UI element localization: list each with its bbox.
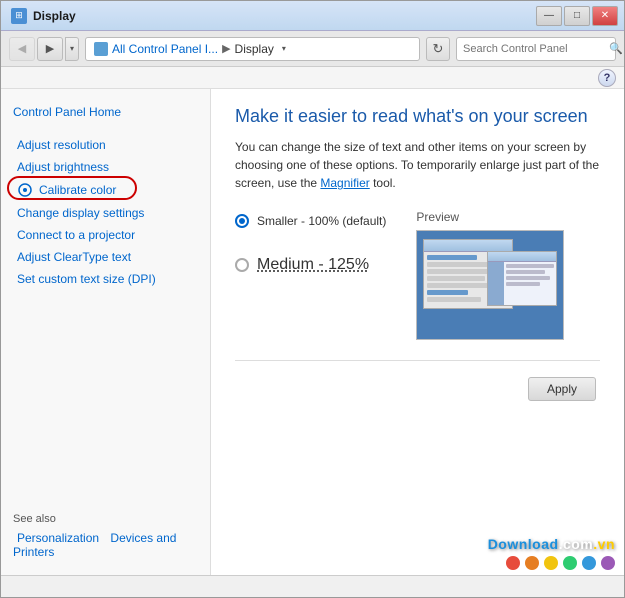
radio-option-medium[interactable]: Medium - 125% [235, 256, 386, 274]
window-title: Display [33, 9, 76, 23]
address-bar: ◀ ▶ ▾ All Control Panel I... ▶ Display ▾… [1, 31, 624, 67]
breadcrumb-current: Display [235, 42, 274, 56]
minimize-button[interactable]: — [536, 6, 562, 26]
nav-dropdown[interactable]: ▾ [65, 37, 79, 61]
forward-button[interactable]: ▶ [37, 37, 63, 61]
sidebar-item-calibrate-color[interactable]: Calibrate color [13, 179, 198, 201]
preview-sidebar [488, 262, 504, 305]
apply-button[interactable]: Apply [528, 377, 596, 401]
sidebar: Control Panel Home Adjust resolution Adj… [1, 89, 211, 575]
main-desc-text2: tool. [370, 176, 396, 190]
preview-row-6 [427, 290, 468, 295]
sidebar-see-also: See also Personalization Devices and Pri… [13, 513, 198, 559]
window-icon: ⊞ [11, 8, 27, 24]
sidebar-nav: Adjust resolution Adjust brightness Cali… [13, 135, 198, 493]
title-controls: — □ ✕ [536, 6, 618, 26]
radio-smaller-btn[interactable] [235, 214, 249, 228]
preview-image [416, 230, 564, 340]
title-bar: ⊞ Display — □ ✕ [1, 1, 624, 31]
sidebar-item-adjust-resolution[interactable]: Adjust resolution [13, 135, 198, 155]
preview-label: Preview [416, 210, 459, 224]
maximize-button[interactable]: □ [564, 6, 590, 26]
nav-buttons: ◀ ▶ ▾ [9, 37, 79, 61]
radio-options: Smaller - 100% (default) Medium - 125% [235, 210, 386, 274]
search-input[interactable] [463, 43, 605, 55]
title-bar-left: ⊞ Display [11, 8, 76, 24]
preview-content [504, 262, 556, 305]
back-button[interactable]: ◀ [9, 37, 35, 61]
breadcrumb-path[interactable]: All Control Panel I... [112, 42, 218, 56]
main-description: You can change the size of text and othe… [235, 138, 600, 192]
sidebar-home-link[interactable]: Control Panel Home [13, 105, 198, 119]
see-also-title: See also [13, 513, 198, 525]
search-icon[interactable]: 🔍 [609, 42, 623, 55]
preview-inner [417, 231, 563, 339]
content-area: Control Panel Home Adjust resolution Adj… [1, 89, 624, 575]
preview-c-row-3 [506, 276, 549, 280]
magnifier-link[interactable]: Magnifier [320, 176, 369, 190]
calibrate-color-icon [17, 182, 33, 198]
close-button[interactable]: ✕ [592, 6, 618, 26]
main-panel: Make it easier to read what's on your sc… [211, 89, 624, 575]
main-desc-text1: You can change the size of text and othe… [235, 140, 599, 190]
refresh-button[interactable]: ↻ [426, 37, 450, 61]
preview-c-row-1 [506, 264, 554, 268]
search-bar: 🔍 [456, 37, 616, 61]
breadcrumb-icon [94, 42, 108, 56]
breadcrumb-separator: ▶ [222, 42, 230, 55]
calibrate-color-label: Calibrate color [39, 183, 116, 197]
radio-smaller-label: Smaller - 100% (default) [257, 214, 386, 228]
preview-w2-title [488, 252, 556, 262]
sidebar-item-connect-projector[interactable]: Connect to a projector [13, 225, 198, 245]
breadcrumb-dropdown-arrow[interactable]: ▾ [282, 44, 286, 53]
sidebar-item-adjust-brightness[interactable]: Adjust brightness [13, 157, 198, 177]
status-bar [1, 575, 624, 597]
radio-medium-label: Medium - 125% [257, 256, 369, 274]
breadcrumb-bar: All Control Panel I... ▶ Display ▾ [85, 37, 420, 61]
sidebar-item-adjust-cleartype[interactable]: Adjust ClearType text [13, 247, 198, 267]
main-title: Make it easier to read what's on your sc… [235, 105, 600, 128]
divider [235, 360, 600, 361]
apply-row: Apply [235, 377, 600, 401]
preview-row-4 [427, 276, 484, 281]
sidebar-item-custom-text-size[interactable]: Set custom text size (DPI) [13, 269, 198, 289]
preview-window-2 [487, 251, 557, 306]
preview-section: Preview [416, 210, 564, 340]
control-panel-window: ⊞ Display — □ ✕ ◀ ▶ ▾ All Control Panel … [0, 0, 625, 598]
preview-row-1 [427, 255, 476, 260]
preview-c-row-2 [506, 270, 544, 274]
help-row: ? [1, 67, 624, 89]
preview-row-7 [427, 297, 480, 302]
help-icon[interactable]: ? [598, 69, 616, 87]
sidebar-item-change-display[interactable]: Change display settings [13, 203, 198, 223]
radio-section: Smaller - 100% (default) Medium - 125% P… [235, 210, 600, 340]
radio-medium-btn[interactable] [235, 258, 249, 272]
radio-option-smaller[interactable]: Smaller - 100% (default) [235, 214, 386, 228]
preview-c-row-4 [506, 282, 540, 286]
preview-row-3 [427, 269, 493, 274]
